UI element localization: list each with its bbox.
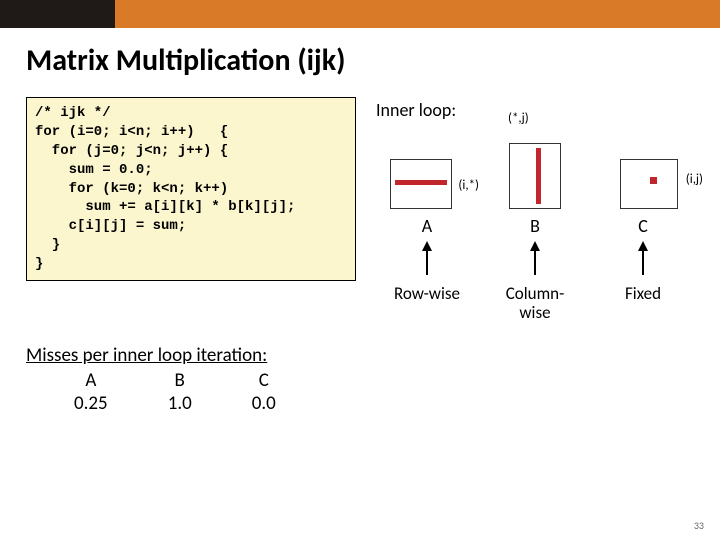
misses-col-c: C 0.0 bbox=[252, 369, 276, 415]
misses-col-c-head: C bbox=[252, 369, 276, 392]
access-c: Fixed bbox=[598, 285, 688, 322]
access-labels: Row-wise Column- wise Fixed bbox=[376, 285, 694, 322]
matrix-c-name: C bbox=[598, 215, 688, 237]
cell-access-icon bbox=[650, 177, 657, 184]
misses-heading: Misses per inner loop iteration: bbox=[26, 344, 267, 367]
matrix-a-annot: (i,*) bbox=[458, 178, 479, 193]
matrix-a-box: (i,*) bbox=[390, 159, 452, 209]
misses-col-c-val: 0.0 bbox=[252, 392, 276, 415]
misses-section: Misses per inner loop iteration: A 0.25 … bbox=[0, 322, 720, 415]
page-number: 33 bbox=[694, 519, 704, 532]
misses-col-a: A 0.25 bbox=[74, 369, 108, 415]
matrix-b-name: B bbox=[490, 215, 580, 237]
misses-col-b: B 1.0 bbox=[168, 369, 192, 415]
content-area: /* ijk */ for (i=0; i<n; i++) { for (j=0… bbox=[0, 97, 720, 322]
arrow-row bbox=[376, 241, 694, 251]
misses-table: A 0.25 B 1.0 C 0.0 bbox=[26, 369, 694, 415]
inner-loop-label: Inner loop: bbox=[376, 99, 694, 121]
slide-title: Matrix Multiplication (ijk) bbox=[0, 28, 720, 97]
matrix-b-cell: (*,j) bbox=[490, 129, 580, 209]
misses-col-b-val: 1.0 bbox=[168, 392, 192, 415]
matrix-b-box bbox=[509, 143, 561, 209]
row-access-icon bbox=[395, 180, 447, 185]
arrow-up-icon bbox=[422, 241, 432, 251]
misses-col-a-head: A bbox=[74, 369, 108, 392]
matrix-c-cell: (i,j) bbox=[604, 129, 694, 209]
access-b: Column- wise bbox=[490, 285, 580, 322]
code-block: /* ijk */ for (i=0; i<n; i++) { for (j=0… bbox=[26, 97, 356, 281]
bar-orange bbox=[115, 0, 720, 28]
diagram-column: Inner loop: (i,*) (*,j) (i,j) bbox=[376, 97, 694, 322]
access-a: Row-wise bbox=[382, 285, 472, 322]
matrix-b-annot: (*,j) bbox=[508, 111, 529, 126]
matrix-a-cell: (i,*) bbox=[376, 129, 466, 209]
col-access-icon bbox=[536, 148, 541, 204]
matrix-names: A B C bbox=[376, 215, 694, 237]
matrix-diagrams: (i,*) (*,j) (i,j) bbox=[376, 129, 694, 209]
misses-col-b-head: B bbox=[168, 369, 192, 392]
arrow-up-icon bbox=[638, 241, 648, 251]
top-bar bbox=[0, 0, 720, 28]
matrix-a-name: A bbox=[382, 215, 472, 237]
code-column: /* ijk */ for (i=0; i<n; i++) { for (j=0… bbox=[26, 97, 356, 322]
matrix-c-box: (i,j) bbox=[620, 159, 678, 209]
misses-col-a-val: 0.25 bbox=[74, 392, 108, 415]
matrix-c-annot: (i,j) bbox=[686, 172, 703, 187]
bar-dark bbox=[0, 0, 115, 28]
arrow-up-icon bbox=[530, 241, 540, 251]
